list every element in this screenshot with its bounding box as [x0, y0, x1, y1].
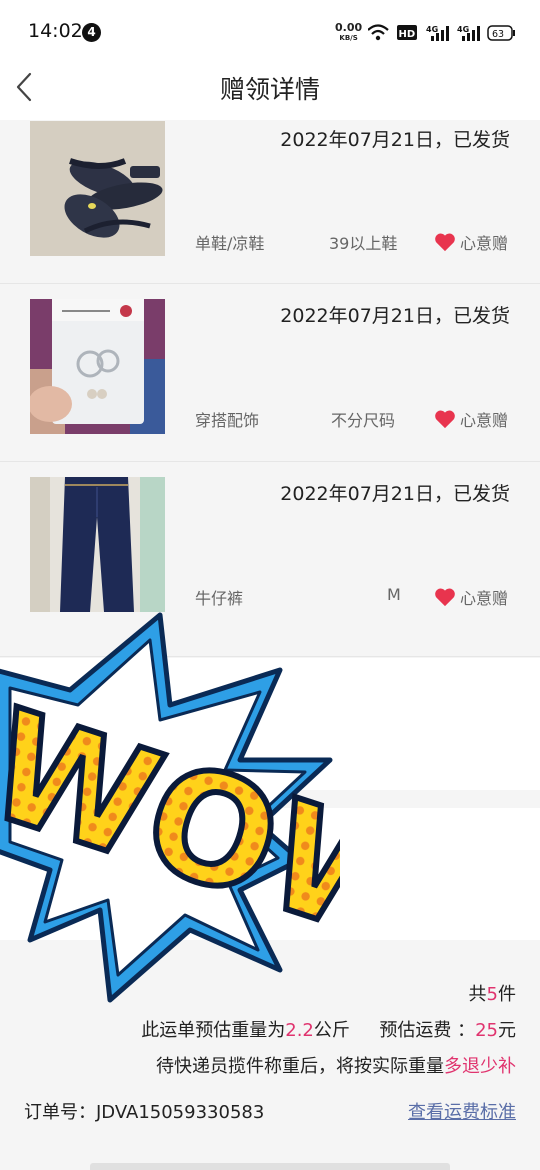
- page-title: 赠领详情: [219, 75, 320, 104]
- svg-text:4G: 4G: [457, 25, 469, 34]
- item-size: 39以上鞋: [329, 234, 398, 253]
- item-category: 单鞋/凉鞋: [195, 234, 265, 253]
- nav-bar: 赠领详情: [0, 64, 540, 120]
- item-category: 穿搭配饰: [195, 411, 260, 430]
- status-time: 14:02: [28, 20, 83, 42]
- signal-4g-icon-2: 4G: [457, 25, 480, 41]
- battery-icon: 63: [487, 25, 515, 41]
- network-speed: 0.00 KB/S: [335, 22, 362, 44]
- item-thumbnail[interactable]: [30, 477, 165, 612]
- fee-value: 25: [475, 1020, 498, 1041]
- heart-icon: [435, 588, 455, 607]
- status-icons: HD 4G 4G 63: [368, 24, 515, 41]
- gift-tag-label: 心意赠: [459, 234, 508, 253]
- ship-date: 2022年07月21日，已发货: [280, 129, 510, 151]
- item-count-value: 5: [486, 984, 498, 1005]
- gift-tag-label: 心意赠: [459, 589, 508, 608]
- settlement-note-text: 待快递员揽件称重后，将按实际重量: [156, 1056, 444, 1077]
- item-count: 共5件: [469, 980, 516, 1006]
- order-summary: 共5件 此运单预估重量为2.2公斤 预估运费 ：25元 待快递员揽件称重后，将按…: [0, 940, 540, 1170]
- notification-count-badge: 4: [82, 23, 101, 42]
- heart-icon: [435, 410, 455, 429]
- weight-value: 2.2: [285, 1020, 314, 1041]
- gift-item[interactable]: 2022年07月21日，已发货 牛仔裤 M 心意赠: [0, 462, 540, 657]
- ship-date: 2022年07月21日，已发货: [280, 305, 510, 327]
- weight-fee-line: 此运单预估重量为2.2公斤 预估运费 ：25元: [141, 1016, 516, 1042]
- status-bar: 14:02 4 0.00 KB/S HD 4G 4G 63: [0, 0, 540, 64]
- item-thumbnail[interactable]: [30, 299, 165, 434]
- svg-text:4G: 4G: [426, 25, 438, 34]
- order-number: 订单号：JDVA15059330583: [24, 1102, 265, 1123]
- view-fee-standard-link[interactable]: 查看运费标准: [408, 1098, 516, 1124]
- gift-tag: 心意赠: [434, 230, 508, 254]
- item-category: 牛仔裤: [195, 589, 244, 608]
- gift-item[interactable]: 2022年07月21日，已发货 穿搭配饰 不分尺码 心意赠: [0, 284, 540, 462]
- gift-item[interactable]: 2022年07月21日，已发货 单鞋/凉鞋 39以上鞋 心意赠: [0, 120, 540, 284]
- accessory-bag-photo: [30, 299, 165, 434]
- svg-text:63: 63: [492, 29, 504, 40]
- signal-4g-icon: 4G: [426, 25, 449, 41]
- settlement-note-highlight: 多退少补: [444, 1056, 516, 1077]
- network-speed-unit: KB/S: [339, 34, 358, 42]
- item-count-prefix: 共: [468, 984, 487, 1005]
- item-size: M: [387, 585, 401, 604]
- info-section: [0, 808, 540, 940]
- bottom-action-bar[interactable]: [90, 1163, 450, 1170]
- network-speed-value: 0.00: [335, 21, 363, 34]
- info-section: [0, 658, 540, 790]
- weight-unit: 公斤: [313, 1020, 350, 1041]
- settlement-note: 待快递员揽件称重后，将按实际重量多退少补: [156, 1052, 516, 1078]
- item-thumbnail[interactable]: [30, 121, 165, 256]
- ship-date: 2022年07月21日，已发货: [280, 483, 510, 505]
- fee-label: 预估运费 ：: [379, 1020, 476, 1041]
- gift-tag: 心意赠: [434, 585, 508, 609]
- heart-icon: [435, 233, 455, 252]
- wifi-icon: [368, 24, 389, 41]
- fee-unit: 元: [498, 1020, 516, 1041]
- hd-icon: HD: [397, 25, 417, 40]
- item-count-suffix: 件: [498, 984, 516, 1005]
- sandals-photo: [30, 121, 165, 256]
- weight-label: 此运单预估重量为: [141, 1020, 286, 1041]
- svg-text:HD: HD: [399, 29, 416, 40]
- jeans-photo: [30, 477, 165, 612]
- gift-tag-label: 心意赠: [459, 411, 508, 430]
- gift-tag: 心意赠: [434, 407, 508, 431]
- item-size: 不分尺码: [331, 411, 396, 430]
